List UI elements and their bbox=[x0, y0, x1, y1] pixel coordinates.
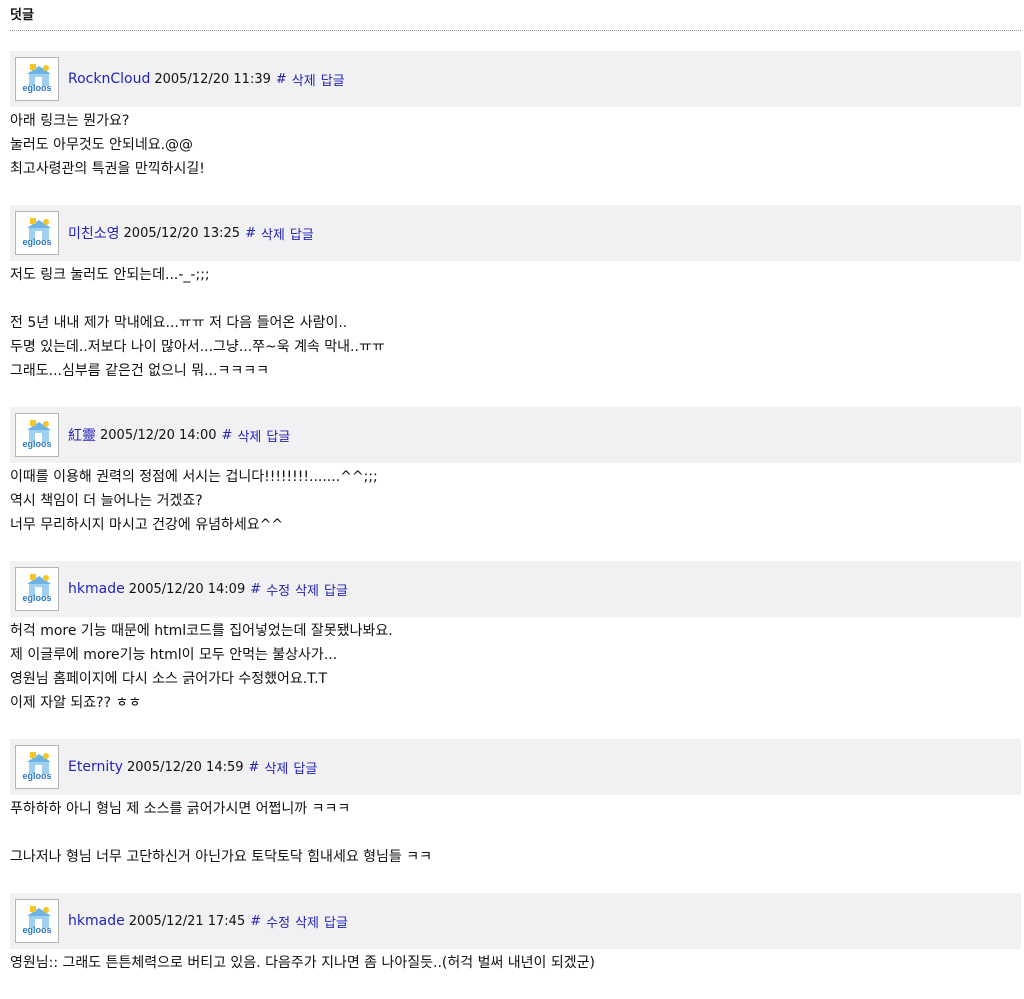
comment-text-line: 눌러도 아무것도 안되네요.@@ bbox=[10, 137, 194, 153]
comment-text-line: 영원님:: 그래도 튼튼체력으로 버티고 있음. 다음주가 지나면 좀 나아질듯… bbox=[10, 955, 595, 971]
comment-text-line bbox=[10, 821, 1021, 845]
edit-link[interactable]: 수정 bbox=[266, 580, 290, 599]
comment-text-line: 그나저나 형님 너무 고단하신거 아닌가요 토닥토닥 힘내세요 형님들 ㅋㅋ bbox=[10, 849, 432, 865]
comment-item: egloos RocknCloud 2005/12/20 11:39 # 삭제 답글아래 … bbox=[10, 51, 1021, 181]
delete-link[interactable]: 삭제 bbox=[295, 912, 319, 931]
comment-text-line: 이때를 이용해 권력의 정점에 서시는 겁니다!!!!!!!!.......^^… bbox=[10, 469, 378, 485]
permalink-link[interactable]: # bbox=[250, 914, 261, 929]
permalink-link[interactable]: # bbox=[250, 582, 261, 597]
comment-author-link[interactable]: hkmade bbox=[68, 581, 125, 597]
comment-author-link[interactable]: 미친소영 bbox=[68, 223, 120, 243]
permalink-link[interactable]: # bbox=[245, 226, 256, 241]
comment-body: 저도 링크 눌러도 안되는데...-_-;;; 전 5년 내내 제가 막내에요..… bbox=[10, 261, 1021, 383]
comment-body: 허걱 more 기능 때문에 html코드를 집어넣었는데 잘못됐나봐요. 제 이… bbox=[10, 617, 1021, 715]
comment-list: egloos RocknCloud 2005/12/20 11:39 # 삭제 답글 아래 … bbox=[10, 51, 1021, 975]
comment-header: egloos RocknCloud 2005/12/20 11:39 # 삭제 답글 bbox=[10, 51, 1021, 107]
egloos-logo-text: egloos bbox=[22, 593, 52, 603]
comment-text-line: 저도 링크 눌러도 안되는데...-_-;;; bbox=[10, 267, 210, 283]
comments-section: 덧글 egloos RocknCloud 2005/12/20 11:39 # 삭제 답글… bbox=[10, 0, 1021, 999]
egloos-logo-text: egloos bbox=[22, 237, 52, 247]
comment-text-line: 너무 무리하시지 마시고 건강에 유념하세요^^ bbox=[10, 517, 284, 533]
comment-author-link[interactable]: hkmade bbox=[68, 913, 125, 929]
comment-date: 2005/12/20 11:39 bbox=[154, 71, 271, 87]
comment-body: 푸하하하 아니 형님 제 소스를 긁어가시면 어쩝니까 ㅋㅋㅋ 그나저나 형님 너… bbox=[10, 795, 1021, 869]
comment-meta: RocknCloud 2005/12/20 11:39 # 삭제 답글 bbox=[68, 70, 345, 89]
comment-text-line: 아래 링크는 뭔가요? bbox=[10, 113, 130, 129]
comment-text-line: 전 5년 내내 제가 막내에요...ㅠㅠ 저 다음 들어온 사람이.. bbox=[10, 315, 348, 331]
permalink-link[interactable]: # bbox=[249, 760, 260, 775]
egloos-logo-text: egloos bbox=[22, 771, 52, 781]
egloos-logo-text: egloos bbox=[22, 439, 52, 449]
comment-author-link[interactable]: 紅靈 bbox=[68, 425, 96, 445]
comment-item: egloos 紅靈 2005/12/20 14:00 # 삭제 답글이때를 이용해 권력의… bbox=[10, 407, 1021, 537]
avatar[interactable]: egloos bbox=[15, 899, 59, 943]
comment-header: egloos Eternity 2005/12/20 14:59 # 삭제 답글 bbox=[10, 739, 1021, 795]
comment-date: 2005/12/21 17:45 bbox=[128, 913, 246, 929]
comment-header: egloos 紅靈 2005/12/20 14:00 # 삭제 답글 bbox=[10, 407, 1021, 463]
delete-link[interactable]: 삭제 bbox=[237, 426, 261, 445]
reply-link[interactable]: 답글 bbox=[321, 70, 345, 89]
comment-text-line: 최고사령관의 특권을 만끽하시길! bbox=[10, 161, 205, 177]
comment-item: egloos hkmade 2005/12/21 17:45 # 수정 삭제 답글영원님::… bbox=[10, 893, 1021, 975]
delete-link[interactable]: 삭제 bbox=[292, 70, 316, 89]
comment-text-line: 두명 있는데..저보다 나이 많아서...그냥...쭈~욱 계속 막내..ㅠㅠ bbox=[10, 339, 385, 355]
comment-item: egloos Eternity 2005/12/20 14:59 # 삭제 답글푸하하하 … bbox=[10, 739, 1021, 869]
avatar[interactable]: egloos bbox=[15, 413, 59, 457]
delete-link[interactable]: 삭제 bbox=[264, 758, 288, 777]
egloos-logo-text: egloos bbox=[22, 83, 52, 93]
section-title: 덧글 bbox=[10, 0, 1021, 31]
reply-link[interactable]: 답글 bbox=[266, 426, 290, 445]
comment-body: 이때를 이용해 권력의 정점에 서시는 겁니다!!!!!!!!.......^^… bbox=[10, 463, 1021, 537]
comment-author-link[interactable]: RocknCloud bbox=[68, 71, 150, 87]
comment-date: 2005/12/20 14:00 bbox=[100, 427, 217, 443]
delete-link[interactable]: 삭제 bbox=[261, 224, 285, 243]
avatar[interactable]: egloos bbox=[15, 745, 59, 789]
avatar[interactable]: egloos bbox=[15, 57, 59, 101]
comment-header: egloos hkmade 2005/12/20 14:09 # 수정 삭제 답글 bbox=[10, 561, 1021, 617]
comment-text-line: 제 이글루에 more기능 html이 모두 안먹는 불상사가... bbox=[10, 647, 338, 663]
comment-item: egloos hkmade 2005/12/20 14:09 # 수정 삭제 답글허걱 mo… bbox=[10, 561, 1021, 715]
comment-meta: 미친소영 2005/12/20 13:25 # 삭제 답글 bbox=[68, 223, 314, 243]
comment-text-line bbox=[10, 287, 1021, 311]
comment-header: egloos hkmade 2005/12/21 17:45 # 수정 삭제 답글 bbox=[10, 893, 1021, 949]
comment-text-line: 영원님 홈페이지에 다시 소스 긁어가다 수정했어요.T.T bbox=[10, 671, 328, 687]
reply-link[interactable]: 답글 bbox=[324, 580, 348, 599]
comment-text-line: 그래도...심부름 같은건 없으니 뭐...ㅋㅋㅋㅋ bbox=[10, 363, 270, 379]
delete-link[interactable]: 삭제 bbox=[295, 580, 319, 599]
reply-link[interactable]: 답글 bbox=[293, 758, 317, 777]
comment-meta: 紅靈 2005/12/20 14:00 # 삭제 답글 bbox=[68, 425, 290, 445]
comment-date: 2005/12/20 14:09 bbox=[128, 581, 246, 597]
comment-header: egloos 미친소영 2005/12/20 13:25 # 삭제 답글 bbox=[10, 205, 1021, 261]
permalink-link[interactable]: # bbox=[276, 72, 287, 87]
comment-text-line: 허걱 more 기능 때문에 html코드를 집어넣었는데 잘못됐나봐요. bbox=[10, 623, 393, 639]
comment-author-link[interactable]: Eternity bbox=[68, 759, 123, 775]
comment-item: egloos 미친소영 2005/12/20 13:25 # 삭제 답글저도 링크 눌러도… bbox=[10, 205, 1021, 383]
comment-date: 2005/12/20 14:59 bbox=[127, 759, 244, 775]
reply-link[interactable]: 답글 bbox=[324, 912, 348, 931]
reply-link[interactable]: 답글 bbox=[290, 224, 314, 243]
edit-link[interactable]: 수정 bbox=[266, 912, 290, 931]
avatar[interactable]: egloos bbox=[15, 567, 59, 611]
avatar[interactable]: egloos bbox=[15, 211, 59, 255]
comment-text-line: 이제 자알 되죠?? ㅎㅎ bbox=[10, 695, 142, 711]
comment-meta: hkmade 2005/12/20 14:09 # 수정 삭제 답글 bbox=[68, 580, 348, 599]
comment-text-line: 역시 책임이 더 늘어나는 거겠죠? bbox=[10, 493, 203, 509]
comment-meta: hkmade 2005/12/21 17:45 # 수정 삭제 답글 bbox=[68, 912, 348, 931]
comment-date: 2005/12/20 13:25 bbox=[123, 225, 241, 241]
comment-body: 영원님:: 그래도 튼튼체력으로 버티고 있음. 다음주가 지나면 좀 나아질듯… bbox=[10, 949, 1021, 975]
permalink-link[interactable]: # bbox=[222, 428, 233, 443]
comment-text-line: 푸하하하 아니 형님 제 소스를 긁어가시면 어쩝니까 ㅋㅋㅋ bbox=[10, 801, 351, 817]
comment-meta: Eternity 2005/12/20 14:59 # 삭제 답글 bbox=[68, 758, 317, 777]
comment-body: 아래 링크는 뭔가요? 눌러도 아무것도 안되네요.@@ 최고사령관의 특권을 만끽… bbox=[10, 107, 1021, 181]
egloos-logo-text: egloos bbox=[22, 925, 52, 935]
